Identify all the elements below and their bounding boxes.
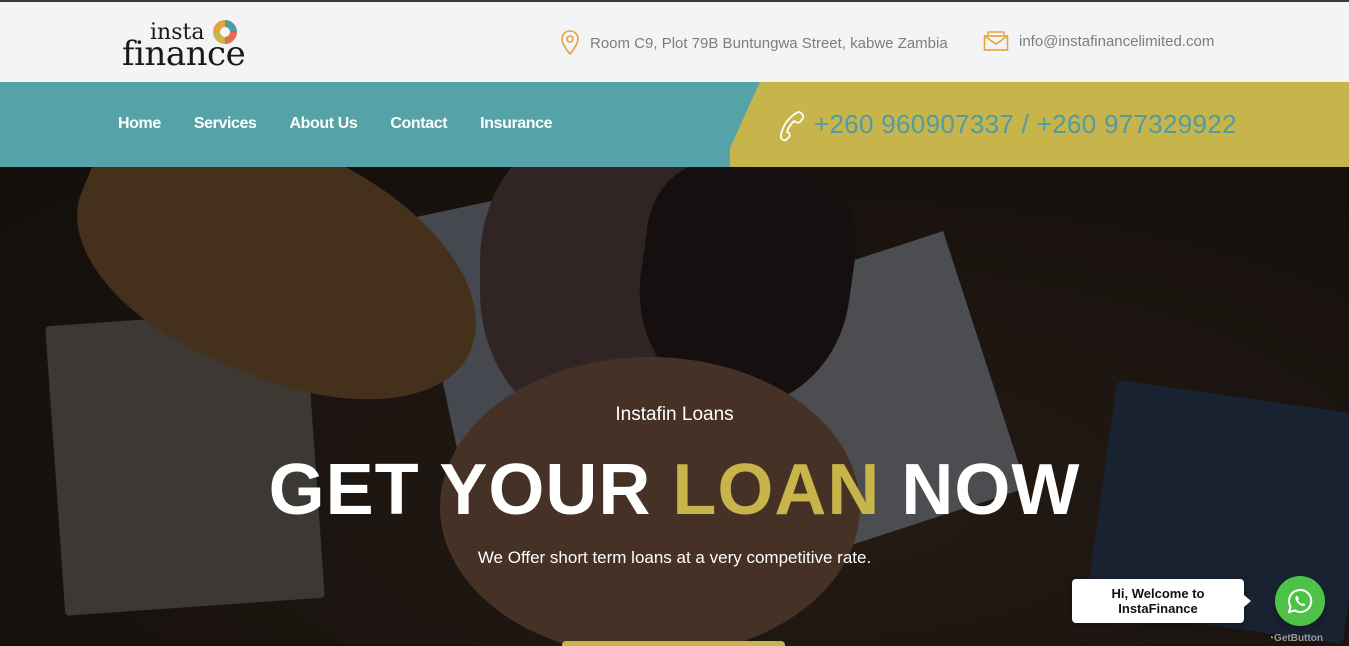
hero-headline: GET YOUR LOAN NOW: [0, 449, 1349, 531]
location-pin-icon: [561, 30, 579, 56]
chat-welcome-line-1: Hi, Welcome to: [1111, 586, 1205, 601]
email-item[interactable]: info@instafinancelimited.com: [983, 30, 1214, 52]
getbutton-branding[interactable]: ◔GetButton: [1268, 633, 1323, 644]
chat-welcome-line-2: InstaFinance: [1118, 601, 1198, 616]
insta-finance-logo[interactable]: insta finance: [122, 14, 272, 74]
whatsapp-button[interactable]: [1275, 576, 1325, 626]
headline-part-2: NOW: [880, 450, 1081, 530]
address-text: Room C9, Plot 79B Buntungwa Street, kabw…: [590, 34, 948, 52]
hero-tagline: We Offer short term loans at a very comp…: [477, 548, 872, 567]
whatsapp-icon: [1287, 588, 1313, 614]
chat-welcome-bubble[interactable]: Hi, Welcome to InstaFinance: [1072, 579, 1251, 623]
hero-cta-button[interactable]: [562, 641, 785, 646]
nav-about-us[interactable]: About Us: [290, 115, 358, 133]
headline-part-1: GET YOUR: [268, 450, 673, 530]
nav-home[interactable]: Home: [118, 115, 161, 133]
top-header: insta finance Room C9, Plot 79B Buntungw…: [0, 0, 1349, 82]
hero-subtitle: Instafin Loans: [615, 404, 734, 425]
nav-services[interactable]: Services: [194, 115, 257, 133]
nav-contact[interactable]: Contact: [390, 115, 447, 133]
phone-panel: +260 960907337 / +260 977329922: [730, 82, 1349, 167]
phone-numbers[interactable]: +260 960907337 / +260 977329922: [814, 109, 1237, 140]
email-text[interactable]: info@instafinancelimited.com: [1019, 33, 1214, 50]
address-item: Room C9, Plot 79B Buntungwa Street, kabw…: [560, 30, 948, 56]
nav-links: Home Services About Us Contact Insurance: [118, 115, 553, 133]
getbutton-label: GetButton: [1274, 633, 1323, 644]
headline-accent: LOAN: [672, 450, 881, 530]
hero-banner: Instafin Loans GET YOUR LOAN NOW We Offe…: [0, 167, 1349, 646]
envelope-icon: [983, 31, 1009, 51]
phone-icon: [779, 111, 805, 142]
nav-insurance[interactable]: Insurance: [480, 115, 552, 133]
logo-swirl-icon: [213, 20, 237, 44]
